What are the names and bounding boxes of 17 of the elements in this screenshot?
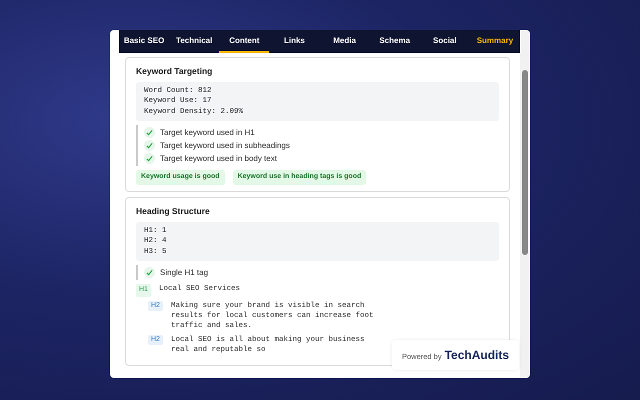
tab[interactable]: Schema xyxy=(370,30,420,53)
check-label: Target keyword used in body text xyxy=(160,152,277,165)
tab[interactable]: Media xyxy=(320,30,370,53)
scrollbar-thumb[interactable] xyxy=(522,70,528,255)
section-title: Heading Structure xyxy=(136,204,211,218)
section-title: Keyword Targeting xyxy=(136,65,214,78)
check-label: Target keyword used in subheadings xyxy=(160,140,290,152)
tab[interactable]: Summary xyxy=(470,30,520,53)
tab[interactable]: Technical xyxy=(169,30,220,53)
tab[interactable]: Social xyxy=(420,30,470,53)
brand-logo: TechAudits xyxy=(444,347,510,364)
tab[interactable]: Basic SEO xyxy=(119,30,170,53)
check-label: Target keyword used in H1 xyxy=(160,126,255,139)
scrollbar[interactable] xyxy=(520,30,530,378)
tab[interactable]: Content xyxy=(219,30,270,53)
tab[interactable]: Links xyxy=(269,30,320,53)
check-label: Single H1 tag xyxy=(160,266,208,278)
